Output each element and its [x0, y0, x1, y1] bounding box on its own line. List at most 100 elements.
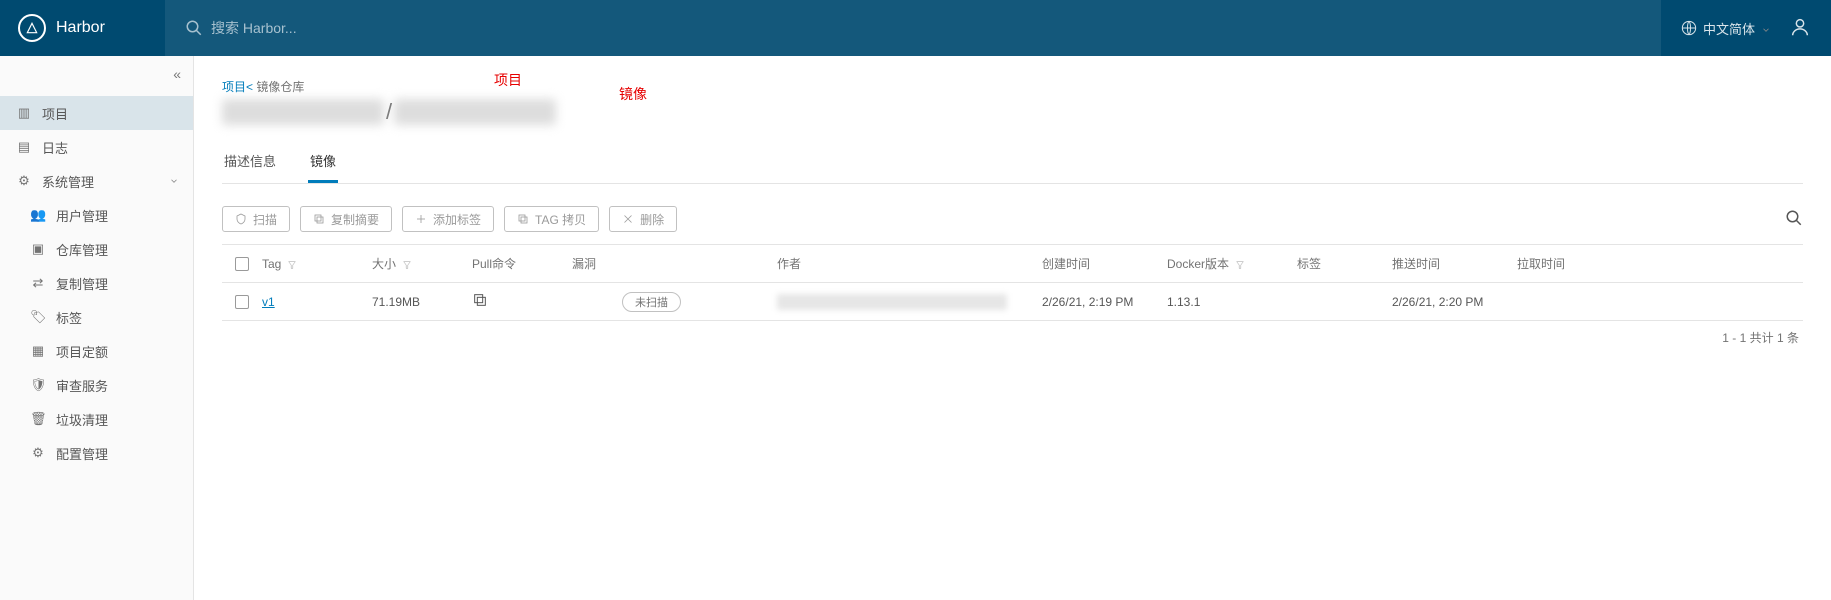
cell-pull-cmd: [472, 292, 572, 311]
sidebar-item-gc[interactable]: 🗑 垃圾清理: [0, 402, 193, 436]
sidebar-item-label: 项目定额: [56, 342, 108, 361]
close-icon: [622, 213, 634, 225]
app-name: Harbor: [56, 19, 105, 37]
cell-author: [777, 294, 1042, 310]
copy-tag-button[interactable]: TAG 拷贝: [504, 206, 599, 232]
column-tag[interactable]: Tag: [262, 257, 372, 271]
filter-icon[interactable]: [1235, 259, 1245, 269]
button-label: 扫描: [253, 211, 277, 228]
button-label: 删除: [640, 211, 664, 228]
logs-icon: ▤: [16, 139, 32, 155]
button-label: 复制摘要: [331, 211, 379, 228]
images-table: Tag 大小 Pull命令 漏洞 作者 创建时间 Docker版本 标签 推送时…: [222, 244, 1803, 321]
add-labels-button[interactable]: 添加标签: [402, 206, 494, 232]
column-pull: Pull命令: [472, 255, 572, 272]
sidebar-item-label: 仓库管理: [56, 240, 108, 259]
replication-icon: ⇄: [30, 275, 46, 291]
repo-title: xxxxxxxxxxxxxx / xxxxxxxxxxxxxx: [222, 99, 1803, 125]
sidebar-item-label: 审查服务: [56, 376, 108, 395]
sidebar-item-label: 项目: [42, 104, 68, 123]
scan-status-badge: 未扫描: [622, 292, 681, 312]
search-input[interactable]: [211, 20, 511, 36]
column-pull-time: 拉取时间: [1517, 255, 1597, 272]
copy-icon: [313, 213, 325, 225]
language-selector[interactable]: 中文简体: [1681, 19, 1771, 38]
tab-images[interactable]: 镜像: [308, 143, 338, 183]
title-sep: /: [386, 99, 392, 125]
sidebar-item-registries[interactable]: ▣ 仓库管理: [0, 232, 193, 266]
user-icon: [1789, 16, 1811, 38]
sidebar-item-logs[interactable]: ▤ 日志: [0, 130, 193, 164]
sidebar-item-admin[interactable]: ⚙ 系统管理: [0, 164, 193, 198]
column-size[interactable]: 大小: [372, 255, 472, 272]
cell-vuln: 未扫描: [572, 292, 777, 312]
plus-icon: [415, 213, 427, 225]
select-all-checkbox[interactable]: [235, 257, 249, 271]
cell-push: 2/26/21, 2:20 PM: [1392, 295, 1517, 309]
row-checkbox[interactable]: [235, 295, 249, 309]
breadcrumb-projects-link[interactable]: 项目: [222, 80, 246, 94]
shield-icon: [235, 213, 247, 225]
harbor-logo-icon: [18, 14, 46, 42]
table-header: Tag 大小 Pull命令 漏洞 作者 创建时间 Docker版本 标签 推送时…: [222, 245, 1803, 283]
button-label: 添加标签: [433, 211, 481, 228]
global-search[interactable]: [165, 0, 1661, 56]
users-icon: 👥: [30, 207, 46, 223]
user-menu[interactable]: [1789, 16, 1811, 41]
cell-docker: 1.13.1: [1167, 295, 1297, 309]
sidebar-item-replication[interactable]: ⇄ 复制管理: [0, 266, 193, 300]
header-right: 中文简体: [1661, 16, 1831, 41]
header: Harbor 中文简体: [0, 0, 1831, 56]
copy-icon: [517, 213, 529, 225]
sidebar-item-label: 垃圾清理: [56, 410, 108, 429]
sidebar-collapse-button[interactable]: «: [173, 66, 181, 82]
chevron-down-icon: [1761, 23, 1771, 33]
pager: 1 - 1 共计 1 条: [222, 321, 1803, 346]
sidebar-item-label: 复制管理: [56, 274, 108, 293]
shield-icon: 🛡: [30, 377, 46, 393]
scan-button[interactable]: 扫描: [222, 206, 290, 232]
sidebar-item-projects[interactable]: ▥ 项目: [0, 96, 193, 130]
sidebar-item-label: 日志: [42, 138, 68, 157]
quotas-icon: ▦: [30, 343, 46, 359]
sidebar-item-config[interactable]: ⚙ 配置管理: [0, 436, 193, 470]
breadcrumb-sep: <: [246, 80, 256, 94]
copy-icon[interactable]: [472, 292, 488, 308]
sidebar-item-users[interactable]: 👥 用户管理: [0, 198, 193, 232]
logo-area: Harbor: [0, 14, 165, 42]
column-docker[interactable]: Docker版本: [1167, 255, 1297, 272]
sidebar-item-label: 用户管理: [56, 206, 108, 225]
trash-icon: 🗑: [30, 411, 46, 427]
sidebar-item-label: 配置管理: [56, 444, 108, 463]
column-push: 推送时间: [1392, 255, 1517, 272]
gear-icon: ⚙: [30, 445, 46, 461]
sidebar-item-labels[interactable]: 🏷标签: [0, 300, 193, 334]
sidebar-item-interrogation[interactable]: 🛡 审查服务: [0, 368, 193, 402]
tabs: 描述信息 镜像: [222, 143, 1803, 184]
registry-icon: ▣: [30, 241, 46, 257]
column-labels: 标签: [1297, 255, 1392, 272]
copy-digest-button[interactable]: 复制摘要: [300, 206, 392, 232]
table-row: v1 71.19MB 未扫描 2/26/21, 2:19 PM 1.13.1 2…: [222, 283, 1803, 321]
cell-size: 71.19MB: [372, 295, 472, 309]
main-content: 项目 镜像 项目< 镜像仓库 xxxxxxxxxxxxxx / xxxxxxxx…: [194, 56, 1831, 600]
chevron-down-icon: [169, 174, 179, 189]
search-icon: [185, 19, 203, 37]
filter-icon[interactable]: [287, 259, 297, 269]
annotation-label: 镜像: [619, 84, 647, 104]
projects-icon: ▥: [16, 105, 32, 121]
table-search-button[interactable]: [1785, 209, 1803, 230]
column-vuln: 漏洞: [572, 255, 777, 272]
tag-link[interactable]: v1: [262, 295, 275, 309]
annotation-label: 项目: [494, 70, 522, 90]
button-label: TAG 拷贝: [535, 211, 586, 228]
column-created: 创建时间: [1042, 255, 1167, 272]
sidebar-item-quotas[interactable]: ▦ 项目定额: [0, 334, 193, 368]
filter-icon[interactable]: [402, 259, 412, 269]
tab-info[interactable]: 描述信息: [222, 143, 278, 183]
sidebar-item-label: 系统管理: [42, 172, 94, 191]
breadcrumb-repos: 镜像仓库: [256, 80, 304, 94]
delete-button[interactable]: 删除: [609, 206, 677, 232]
admin-icon: ⚙: [16, 173, 32, 189]
search-icon: [1785, 209, 1803, 227]
